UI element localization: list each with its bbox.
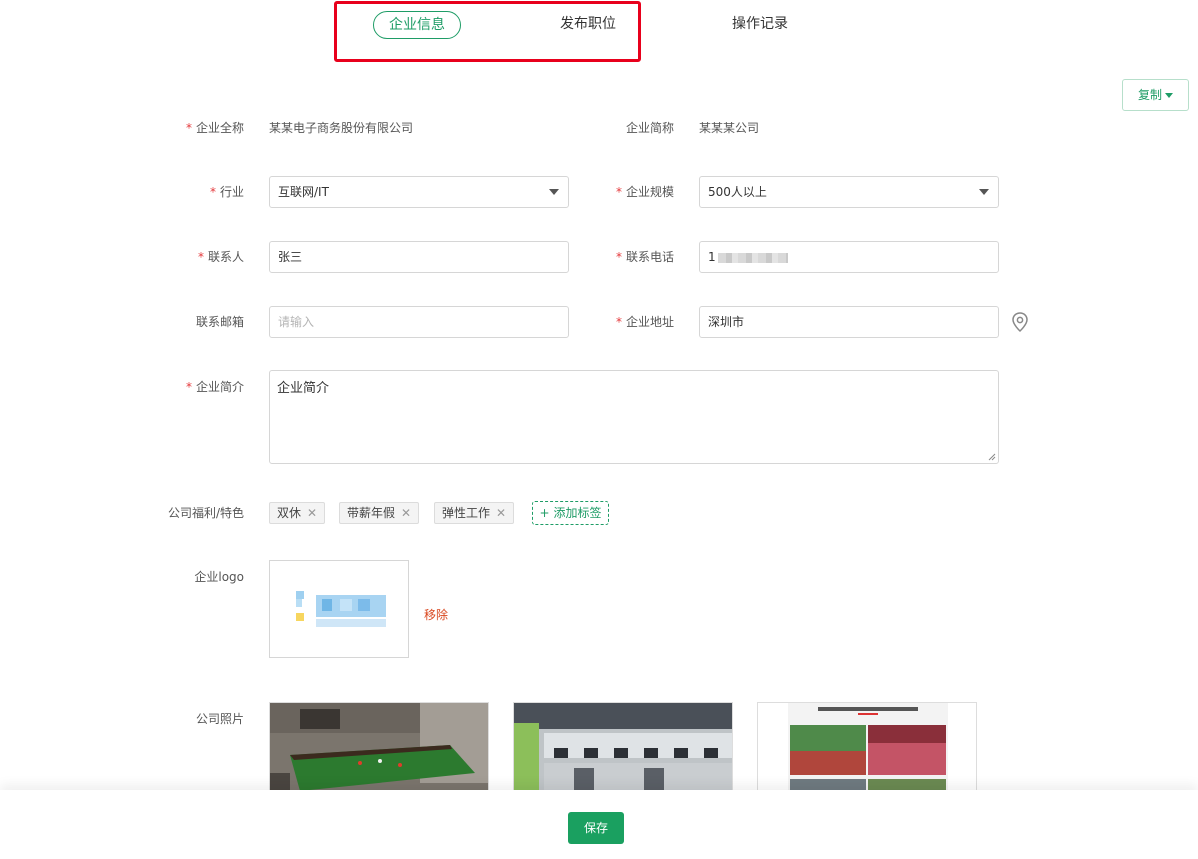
billiards-room-image [270, 703, 488, 796]
scale-label: * 企业规模 [615, 185, 674, 199]
copy-dropdown-button[interactable]: 复制 [1122, 79, 1189, 111]
phone-label: * 联系电话 [615, 250, 674, 264]
benefits-label: 公司福利/特色 [167, 506, 244, 520]
scale-select[interactable]: 500人以上 [699, 176, 999, 208]
address-label: * 企业地址 [615, 315, 674, 329]
benefit-tag: 双休 ✕ [269, 502, 326, 524]
close-icon[interactable]: ✕ [307, 506, 317, 520]
photos-label: 公司照片 [195, 712, 244, 726]
location-pin-icon[interactable] [1009, 311, 1031, 333]
address-label-text: 企业地址 [625, 315, 674, 329]
benefit-tag-label: 双休 [277, 506, 302, 520]
office-floor-image [514, 703, 732, 796]
industry-selected-value: 互联网/IT [278, 185, 329, 199]
company-photo-billiards[interactable] [269, 702, 489, 797]
tab-operation-log[interactable]: 操作记录 [732, 11, 788, 39]
tab-company-info[interactable]: 企业信息 [373, 11, 461, 39]
contact-label: * 联系人 [197, 250, 244, 264]
address-input-value: 深圳市 [708, 315, 745, 329]
benefit-tag: 带薪年假 ✕ [339, 502, 420, 524]
full-name-value: 某某电子商务股份有限公司 [269, 121, 414, 135]
short-name-value: 某某某公司 [699, 121, 760, 135]
tab-post-job[interactable]: 发布职位 [560, 11, 616, 39]
blurred-logo-image [296, 591, 386, 627]
remove-logo-link[interactable]: 移除 [424, 606, 448, 623]
intro-label-text: 企业简介 [195, 380, 244, 394]
plus-icon: + [539, 506, 550, 520]
logo-label: 企业logo [194, 570, 244, 584]
resize-grip-icon[interactable] [988, 453, 996, 461]
intro-textarea[interactable]: 企业简介 [269, 370, 999, 464]
benefit-tag-label: 弹性工作 [442, 506, 491, 520]
team-events-collage-image [758, 703, 976, 796]
close-icon[interactable]: ✕ [401, 506, 411, 520]
add-tag-label: 添加标签 [553, 506, 602, 520]
caret-down-icon [1165, 93, 1173, 98]
contact-input[interactable]: 张三 [269, 241, 569, 273]
caret-down-icon [549, 189, 559, 195]
save-button[interactable]: 保存 [568, 812, 624, 844]
intro-textarea-value: 企业简介 [277, 381, 330, 396]
benefit-tag-label: 带薪年假 [347, 506, 396, 520]
email-label: 联系邮箱 [195, 315, 244, 329]
copy-button-label: 复制 [1137, 88, 1162, 102]
blurred-phone-digits [717, 252, 788, 263]
email-input[interactable]: 请输入 [269, 306, 569, 338]
industry-label-text: 行业 [219, 185, 244, 199]
industry-select[interactable]: 互联网/IT [269, 176, 569, 208]
scale-selected-value: 500人以上 [708, 185, 767, 199]
caret-down-icon [979, 189, 989, 195]
contact-input-value: 张三 [278, 250, 303, 264]
full-name-label-text: 企业全称 [195, 121, 244, 135]
close-icon[interactable]: ✕ [496, 506, 506, 520]
logo-preview[interactable] [269, 560, 409, 658]
phone-input[interactable]: 1 [699, 241, 999, 273]
contact-label-text: 联系人 [207, 250, 244, 264]
phone-input-value: 1 [708, 250, 716, 264]
benefit-tag: 弹性工作 ✕ [434, 502, 515, 524]
address-input[interactable]: 深圳市 [699, 306, 999, 338]
intro-label: * 企业简介 [185, 380, 244, 394]
scale-label-text: 企业规模 [625, 185, 674, 199]
short-name-label: 企业简称 [625, 121, 674, 135]
industry-label: * 行业 [209, 185, 244, 199]
phone-label-text: 联系电话 [625, 250, 674, 264]
company-photo-team-events[interactable] [757, 702, 977, 797]
full-name-label: * 企业全称 [185, 121, 244, 135]
email-placeholder: 请输入 [278, 315, 315, 329]
company-photo-office[interactable] [513, 702, 733, 797]
add-tag-button[interactable]: + 添加标签 [532, 501, 609, 525]
